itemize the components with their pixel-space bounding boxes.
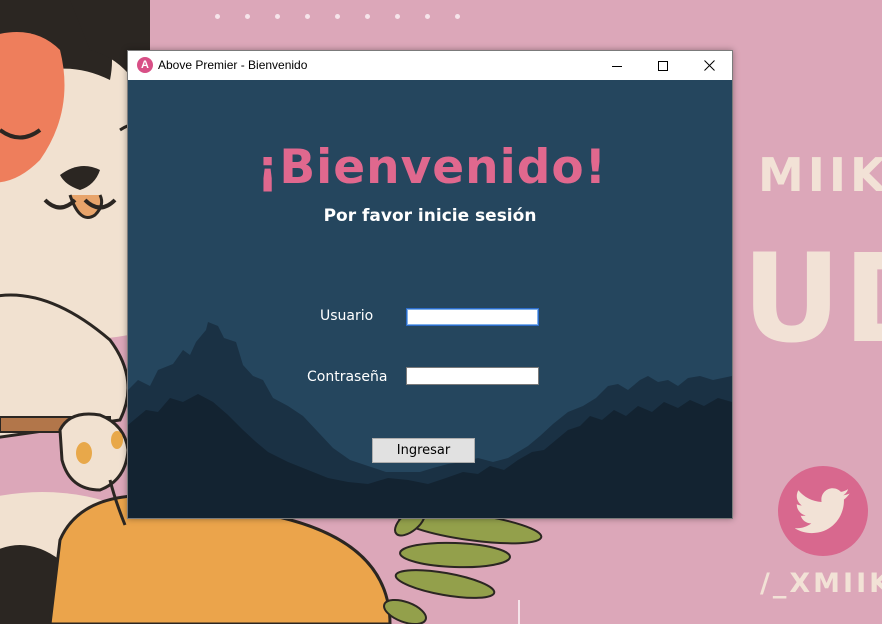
login-submit-button[interactable]: Ingresar bbox=[372, 438, 475, 463]
title-bar[interactable]: A Above Premier - Bienvenido bbox=[128, 51, 732, 80]
window-title: Above Premier - Bienvenido bbox=[158, 58, 308, 72]
login-window: A Above Premier - Bienvenido ¡Bienvenido… bbox=[127, 50, 733, 519]
login-panel: ¡Bienvenido! Por favor inicie sesión Usu… bbox=[128, 80, 732, 518]
minimize-button[interactable] bbox=[594, 51, 640, 80]
username-label: Usuario bbox=[320, 308, 374, 324]
welcome-heading: ¡Bienvenido! bbox=[256, 140, 608, 195]
close-icon bbox=[703, 60, 715, 71]
username-input[interactable] bbox=[406, 308, 539, 326]
minimize-icon bbox=[612, 65, 622, 67]
wallpaper-big-text: UD bbox=[742, 228, 882, 370]
maximize-icon bbox=[658, 60, 668, 71]
password-input[interactable] bbox=[406, 367, 539, 385]
close-button[interactable] bbox=[686, 51, 732, 80]
app-logo-icon: A bbox=[137, 57, 153, 73]
twitter-bird-icon bbox=[778, 466, 868, 556]
password-label: Contraseña bbox=[307, 369, 388, 385]
wallpaper-handle-text: /_XMIIKU bbox=[760, 568, 882, 599]
login-subtitle: Por favor inicie sesión bbox=[323, 206, 537, 226]
maximize-button[interactable] bbox=[640, 51, 686, 80]
wallpaper-name-text: MIIKU bbox=[758, 148, 882, 202]
